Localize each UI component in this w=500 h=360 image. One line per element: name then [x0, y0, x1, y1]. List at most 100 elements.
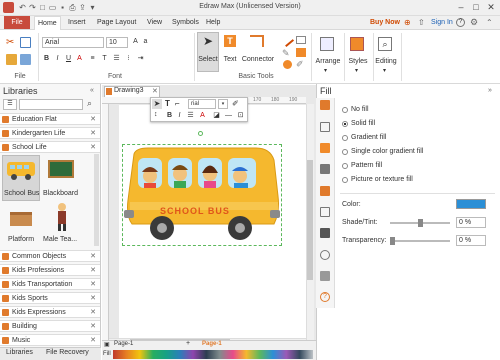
library-close-icon[interactable]: ✕: [90, 114, 96, 125]
library-kids-expressions[interactable]: Kids Expressions ✕: [0, 306, 100, 318]
fill-option-radio[interactable]: [342, 149, 348, 155]
fill-option-no-fill[interactable]: No fill: [351, 106, 369, 113]
document-tab-close-icon[interactable]: ✕: [152, 87, 158, 95]
menu-symbols[interactable]: Symbols: [169, 16, 202, 30]
floating-bold-icon[interactable]: B: [165, 111, 174, 121]
floating-font-size-select[interactable]: ▾: [218, 99, 228, 109]
transparency-input[interactable]: 0 %: [456, 235, 486, 246]
buy-now-link[interactable]: Buy Now: [370, 16, 400, 30]
page-tab-active[interactable]: Page-1: [202, 341, 222, 347]
hyperlink-panel-icon[interactable]: [320, 250, 330, 260]
blackboard-thumbnail-icon[interactable]: [48, 160, 74, 180]
help-panel-icon[interactable]: ?: [320, 292, 330, 302]
connector-label[interactable]: Connector: [240, 56, 276, 63]
polygon-tool-icon[interactable]: [296, 48, 306, 57]
library-close-icon[interactable]: ✕: [90, 265, 96, 276]
editing-label[interactable]: Editing: [372, 58, 400, 65]
floating-align-icon[interactable]: ↕: [154, 111, 158, 118]
pen-tool-icon[interactable]: ✎: [282, 48, 290, 59]
fill-option-solid-fill[interactable]: Solid fill: [351, 120, 375, 127]
font-name-select[interactable]: Arial: [42, 37, 104, 48]
shadow-panel-icon[interactable]: [320, 143, 330, 153]
floating-italic-icon[interactable]: I: [175, 111, 184, 121]
menu-page-layout[interactable]: Page Layout: [94, 16, 139, 30]
fill-option-radio[interactable]: [342, 107, 348, 113]
add-page-icon[interactable]: +: [186, 340, 190, 347]
page-panel-icon[interactable]: [320, 207, 330, 217]
library-music[interactable]: Music ✕: [0, 334, 100, 346]
floating-font-color-icon[interactable]: A: [198, 111, 207, 121]
bullet-list-icon[interactable]: ⁝: [124, 54, 133, 64]
library-scrollbar[interactable]: [94, 154, 99, 246]
library-kids-transportation[interactable]: Kids Transportation ✕: [0, 278, 100, 290]
text-tool-icon[interactable]: T: [224, 35, 236, 47]
library-common-objects[interactable]: Common Objects ✕: [0, 250, 100, 262]
cut-icon[interactable]: ✂: [6, 37, 17, 48]
library-school-life[interactable]: School Life ✕: [0, 141, 100, 153]
editing-icon[interactable]: ⌕: [378, 37, 392, 51]
floating-select-icon[interactable]: ➤: [152, 99, 162, 109]
line-panel-icon[interactable]: [320, 122, 330, 132]
transparency-slider[interactable]: [390, 240, 450, 242]
list-icon[interactable]: ☰: [112, 54, 121, 64]
tab-file-recovery[interactable]: File Recovery: [46, 349, 89, 356]
library-close-icon[interactable]: ✕: [90, 321, 96, 332]
rotation-handle[interactable]: [198, 131, 203, 136]
floating-font-select[interactable]: rial: [188, 99, 216, 109]
color-palette[interactable]: [113, 350, 313, 359]
floating-connector-icon[interactable]: ⌐: [175, 99, 180, 108]
menu-help[interactable]: Help: [203, 16, 223, 30]
library-close-icon[interactable]: ✕: [90, 307, 96, 318]
menu-home[interactable]: Home: [34, 16, 61, 30]
ellipse-tool-icon[interactable]: [283, 60, 292, 69]
increase-font-icon[interactable]: A: [131, 37, 140, 47]
rectangle-tool-icon[interactable]: [296, 36, 306, 44]
floating-more-icon[interactable]: ⊡: [236, 111, 245, 121]
styles-icon[interactable]: [350, 37, 364, 51]
library-close-icon[interactable]: ✕: [90, 142, 96, 153]
library-close-icon[interactable]: ✕: [90, 251, 96, 262]
file-menu-button[interactable]: File: [4, 16, 30, 29]
shade-tint-slider-thumb[interactable]: [418, 219, 423, 227]
library-kids-sports[interactable]: Kids Sports ✕: [0, 292, 100, 304]
library-close-icon[interactable]: ✕: [90, 128, 96, 139]
school-bus-shape[interactable]: [124, 146, 280, 246]
minimize-button[interactable]: –: [454, 1, 468, 14]
layer-panel-icon[interactable]: [320, 186, 330, 196]
arrange-label[interactable]: Arrange: [312, 58, 344, 65]
editing-dropdown-icon[interactable]: ▾: [383, 67, 386, 74]
floating-text-icon[interactable]: T: [165, 99, 170, 108]
document-panel-icon[interactable]: [320, 228, 330, 238]
transparency-slider-thumb[interactable]: [390, 237, 395, 245]
library-building[interactable]: Building ✕: [0, 320, 100, 332]
library-education-flat[interactable]: Education Flat ✕: [0, 113, 100, 125]
fill-panel-collapse-icon[interactable]: »: [488, 87, 492, 94]
underline-icon[interactable]: U: [64, 54, 73, 64]
settings-gear-icon[interactable]: ⚙: [470, 17, 478, 28]
font-size-select[interactable]: 10: [106, 37, 128, 48]
libraries-menu-icon[interactable]: ☰: [3, 99, 17, 110]
library-close-icon[interactable]: ✕: [90, 335, 96, 346]
align-icon[interactable]: ≡: [88, 54, 97, 64]
paste-icon[interactable]: [6, 54, 17, 65]
bold-icon[interactable]: B: [42, 54, 51, 64]
fill-option-pattern-fill[interactable]: Pattern fill: [351, 162, 382, 169]
menu-view[interactable]: View: [144, 16, 165, 30]
libraries-search-input[interactable]: [19, 99, 83, 110]
floating-fill-icon[interactable]: ◪: [212, 111, 221, 121]
text-tool-label[interactable]: Text: [219, 56, 241, 63]
arrange-icon[interactable]: [320, 37, 334, 51]
floating-list-icon[interactable]: ☰: [186, 111, 195, 121]
fill-option-radio[interactable]: [342, 177, 348, 183]
italic-icon[interactable]: I: [53, 54, 62, 64]
library-kids-professions[interactable]: Kids Professions ✕: [0, 264, 100, 276]
library-close-icon[interactable]: ✕: [90, 279, 96, 290]
pencil-tool-icon[interactable]: ✐: [296, 59, 304, 70]
connector-icon[interactable]: [250, 35, 264, 47]
styles-label[interactable]: Styles: [344, 58, 372, 65]
sign-in-link[interactable]: Sign In: [431, 19, 453, 26]
fill-option-radio-selected[interactable]: [342, 121, 348, 127]
fill-option-single-color-gradient[interactable]: Single color gradient fill: [351, 148, 423, 155]
decrease-font-icon[interactable]: a: [141, 37, 150, 47]
fill-option-radio[interactable]: [342, 135, 348, 141]
